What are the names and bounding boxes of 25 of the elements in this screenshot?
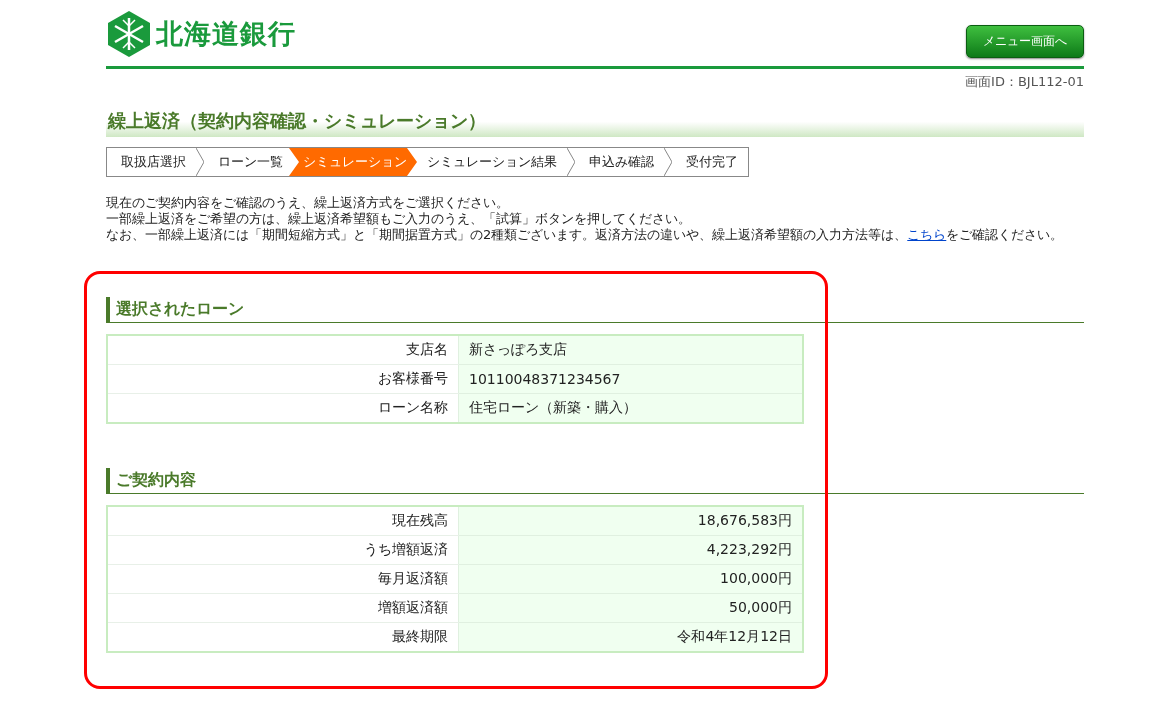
- label-cell: 毎月返済額: [107, 564, 459, 594]
- intro-text: 一部繰上返済をご希望の方は、繰上返済希望額もご入力のうえ、「試算」ボタンを押してください。: [106, 211, 692, 227]
- label-cell: 現在残高: [107, 506, 459, 536]
- link[interactable]: こちら: [907, 227, 947, 242]
- section-title: 選択されたローン: [106, 297, 1084, 323]
- logo-icon: [106, 10, 152, 58]
- section-title: ご契約内容: [106, 468, 1084, 494]
- label-cell: うち増額返済: [107, 535, 459, 565]
- value-cell: 新さっぽろ支店: [458, 335, 803, 365]
- label-cell: 増額返済額: [107, 593, 459, 623]
- logo-text: 北海道銀行: [156, 17, 296, 51]
- value-cell: 4,223,292円: [458, 535, 803, 565]
- intro-text: なお、一部繰上返済には「期間短縮方式」と「期間据置方式」の2種類ございます。返済方法の違いや、繰上返済希望額の入力方法等は、こちら をご確認ください。: [106, 227, 1065, 243]
- label-cell: 支店名: [107, 335, 459, 365]
- value-cell: 住宅ローン（新築・購入）: [458, 393, 803, 423]
- step-item: シミュレーション: [289, 148, 417, 176]
- value-cell: 18,676,583円: [458, 506, 803, 536]
- intro-text: 現在のご契約内容をご確認のうえ、繰上返済方式をご選択ください。: [106, 195, 510, 211]
- value-cell: 10110048371234567: [458, 364, 803, 394]
- value-cell: 100,000円: [458, 564, 803, 594]
- value-cell: 令和4年12月12日: [458, 622, 803, 652]
- value-cell: 50,000円: [458, 593, 803, 623]
- label-cell: お客様番号: [107, 364, 459, 394]
- menu-button[interactable]: メニュー画面へ: [966, 25, 1084, 58]
- screen-id: 画面ID：BJL112-01: [964, 73, 1084, 91]
